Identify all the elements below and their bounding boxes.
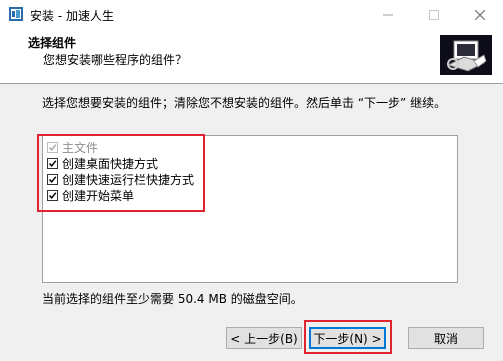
installer-app-icon <box>8 6 24 22</box>
instruction-text: 选择您想要安装的组件；清除您不想安装的组件。然后单击 “下一步” 继续。 <box>42 96 447 110</box>
close-icon <box>475 10 485 20</box>
page-subtitle: 您想安装哪些程序的组件？ <box>43 53 188 67</box>
highlight-box-components <box>37 134 205 212</box>
cancel-button[interactable]: 取消 <box>408 327 484 349</box>
highlight-box-next <box>304 320 392 354</box>
maximize-icon <box>429 10 439 20</box>
minimize-icon <box>383 14 393 16</box>
page-title: 选择组件 <box>28 36 77 50</box>
installer-logo-icon <box>440 35 492 75</box>
back-button[interactable]: < 上一步(B) <box>226 327 302 349</box>
minimize-button[interactable] <box>365 0 411 30</box>
disk-space-text: 当前选择的组件至少需要 50.4 MB 的磁盘空间。 <box>42 292 303 306</box>
close-button[interactable] <box>457 0 503 30</box>
maximize-button[interactable] <box>411 0 457 30</box>
window-title: 安装 - 加速人生 <box>30 9 114 23</box>
